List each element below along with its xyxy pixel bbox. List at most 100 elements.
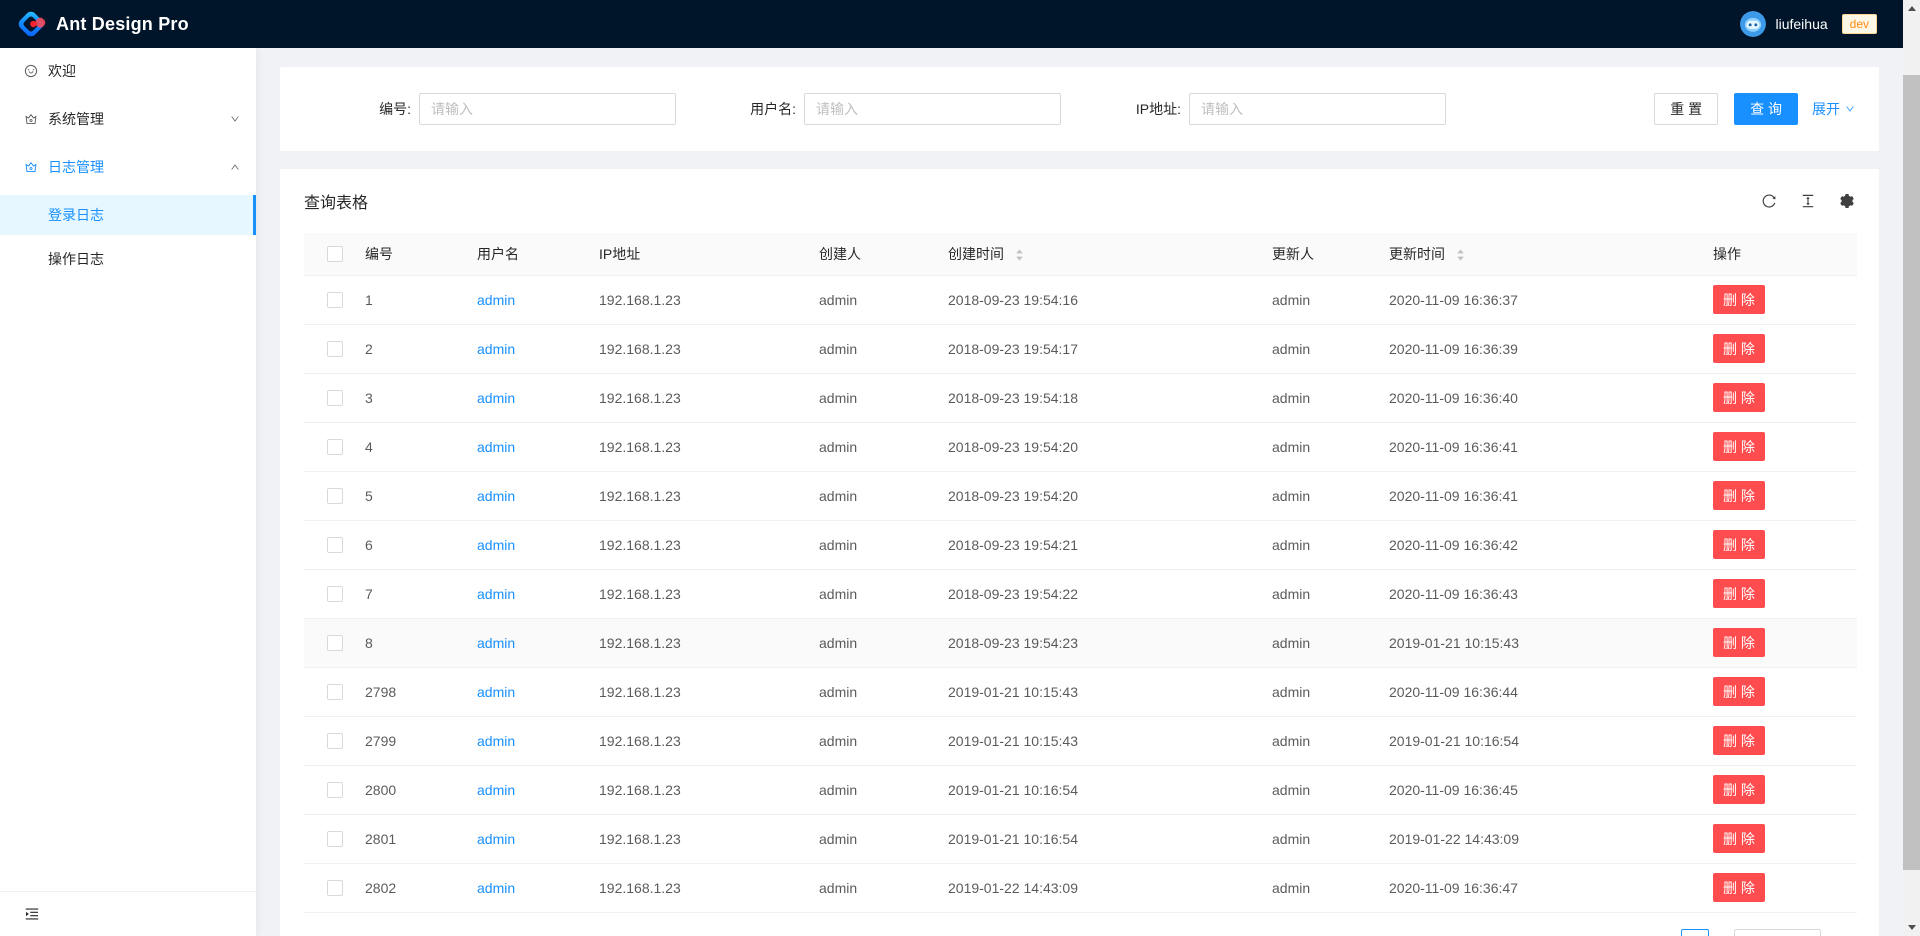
username-link[interactable]: admin — [477, 439, 515, 455]
cell-creator: admin — [803, 814, 932, 863]
delete-button[interactable]: 删 除 — [1713, 530, 1765, 559]
username-link[interactable]: admin — [477, 880, 515, 896]
user-name[interactable]: liufeihua — [1775, 16, 1827, 32]
delete-button[interactable]: 删 除 — [1713, 873, 1765, 902]
cell-create-time: 2018-09-23 19:54:20 — [932, 471, 1256, 520]
pagination-page-1-button[interactable] — [1681, 929, 1709, 936]
username-link[interactable]: admin — [477, 537, 515, 553]
row-checkbox[interactable] — [327, 733, 343, 749]
row-checkbox[interactable] — [327, 292, 343, 308]
row-checkbox[interactable] — [327, 488, 343, 504]
username-link[interactable]: admin — [477, 684, 515, 700]
sidebar-item-label: 操作日志 — [48, 249, 104, 269]
cell-create-time: 2018-09-23 19:54:18 — [932, 373, 1256, 422]
scroll-down-arrow-icon[interactable] — [1903, 919, 1920, 936]
search-form: 编号: 用户名: IP地址: 重 置 查 询 展开 — [304, 93, 1855, 125]
field-username-input[interactable] — [804, 93, 1061, 125]
reload-icon[interactable] — [1761, 193, 1777, 209]
expand-link[interactable]: 展开 — [1812, 99, 1855, 119]
username-link[interactable]: admin — [477, 831, 515, 847]
sort-icons[interactable] — [1015, 247, 1024, 263]
row-checkbox[interactable] — [327, 831, 343, 847]
cell-create-time: 2018-09-23 19:54:17 — [932, 324, 1256, 373]
delete-button[interactable]: 删 除 — [1713, 285, 1765, 314]
cell-ip: 192.168.1.23 — [583, 324, 803, 373]
delete-button[interactable]: 删 除 — [1713, 628, 1765, 657]
username-link[interactable]: admin — [477, 733, 515, 749]
delete-button[interactable]: 删 除 — [1713, 726, 1765, 755]
row-checkbox[interactable] — [327, 635, 343, 651]
cell-create-time: 2019-01-21 10:15:43 — [932, 716, 1256, 765]
sidebar-item-log-mgmt[interactable]: 日志管理 — [0, 147, 256, 187]
username-link[interactable]: admin — [477, 488, 515, 504]
menu-fold-icon[interactable] — [24, 906, 40, 922]
col-updater: 更新人 — [1256, 233, 1373, 275]
crown-icon — [24, 112, 38, 126]
row-checkbox[interactable] — [327, 684, 343, 700]
delete-button[interactable]: 删 除 — [1713, 775, 1765, 804]
col-id: 编号 — [349, 233, 461, 275]
column-height-icon[interactable] — [1800, 193, 1816, 209]
user-avatar[interactable] — [1740, 11, 1766, 37]
query-button[interactable]: 查 询 — [1734, 93, 1798, 125]
page-size-select[interactable] — [1734, 929, 1821, 936]
cell-id: 2799 — [349, 716, 461, 765]
col-create-time[interactable]: 创建时间 — [932, 233, 1256, 275]
settings-icon[interactable] — [1839, 193, 1855, 209]
sidebar-item-system-mgmt[interactable]: 系统管理 — [0, 99, 256, 139]
scroll-up-arrow-icon[interactable] — [1903, 0, 1920, 17]
col-update-time[interactable]: 更新时间 — [1373, 233, 1697, 275]
expand-label: 展开 — [1812, 99, 1840, 119]
username-link[interactable]: admin — [477, 635, 515, 651]
username-link[interactable]: admin — [477, 390, 515, 406]
delete-button[interactable]: 删 除 — [1713, 579, 1765, 608]
col-creator: 创建人 — [803, 233, 932, 275]
select-all-checkbox[interactable] — [327, 246, 343, 262]
delete-button[interactable]: 删 除 — [1713, 824, 1765, 853]
cell-update-time: 2020-11-09 16:36:43 — [1373, 569, 1697, 618]
delete-button[interactable]: 删 除 — [1713, 334, 1765, 363]
cell-id: 2801 — [349, 814, 461, 863]
cell-update-time: 2020-11-09 16:36:40 — [1373, 373, 1697, 422]
cell-id: 7 — [349, 569, 461, 618]
delete-button[interactable]: 删 除 — [1713, 677, 1765, 706]
username-link[interactable]: admin — [477, 586, 515, 602]
username-link[interactable]: admin — [477, 782, 515, 798]
table-row: 2 admin 192.168.1.23 admin 2018-09-23 19… — [304, 324, 1857, 373]
sidebar-item-welcome[interactable]: 欢迎 — [0, 51, 256, 91]
field-id-input[interactable] — [419, 93, 676, 125]
cell-create-time: 2018-09-23 19:54:16 — [932, 275, 1256, 324]
cell-ip: 192.168.1.23 — [583, 618, 803, 667]
sort-icons[interactable] — [1456, 247, 1465, 263]
row-checkbox[interactable] — [327, 341, 343, 357]
cell-updater: admin — [1256, 422, 1373, 471]
cell-create-time: 2019-01-21 10:15:43 — [932, 667, 1256, 716]
app-logo[interactable]: Ant Design Pro — [16, 9, 189, 39]
crown-icon — [24, 160, 38, 174]
row-checkbox[interactable] — [327, 537, 343, 553]
reset-button[interactable]: 重 置 — [1654, 93, 1718, 125]
sidebar-subitem-operation-log[interactable]: 操作日志 — [0, 239, 256, 279]
scrollbar-thumb[interactable] — [1903, 75, 1920, 870]
sidebar-menu: 欢迎 系统管理 日志管理 登录日志 操作日志 — [0, 48, 256, 279]
row-checkbox[interactable] — [327, 586, 343, 602]
row-checkbox[interactable] — [327, 390, 343, 406]
sidebar-subitem-login-log[interactable]: 登录日志 — [0, 195, 256, 235]
cell-update-time: 2020-11-09 16:36:37 — [1373, 275, 1697, 324]
row-checkbox[interactable] — [327, 439, 343, 455]
cell-updater: admin — [1256, 863, 1373, 912]
cell-creator: admin — [803, 422, 932, 471]
cell-updater: admin — [1256, 324, 1373, 373]
cell-creator: admin — [803, 275, 932, 324]
delete-button[interactable]: 删 除 — [1713, 432, 1765, 461]
row-checkbox[interactable] — [327, 782, 343, 798]
delete-button[interactable]: 删 除 — [1713, 383, 1765, 412]
username-link[interactable]: admin — [477, 292, 515, 308]
vertical-scrollbar[interactable] — [1903, 0, 1920, 936]
field-ip-input[interactable] — [1189, 93, 1446, 125]
row-checkbox[interactable] — [327, 880, 343, 896]
env-tag: dev — [1842, 14, 1877, 34]
delete-button[interactable]: 删 除 — [1713, 481, 1765, 510]
username-link[interactable]: admin — [477, 341, 515, 357]
field-username: 用户名: — [689, 93, 1074, 125]
